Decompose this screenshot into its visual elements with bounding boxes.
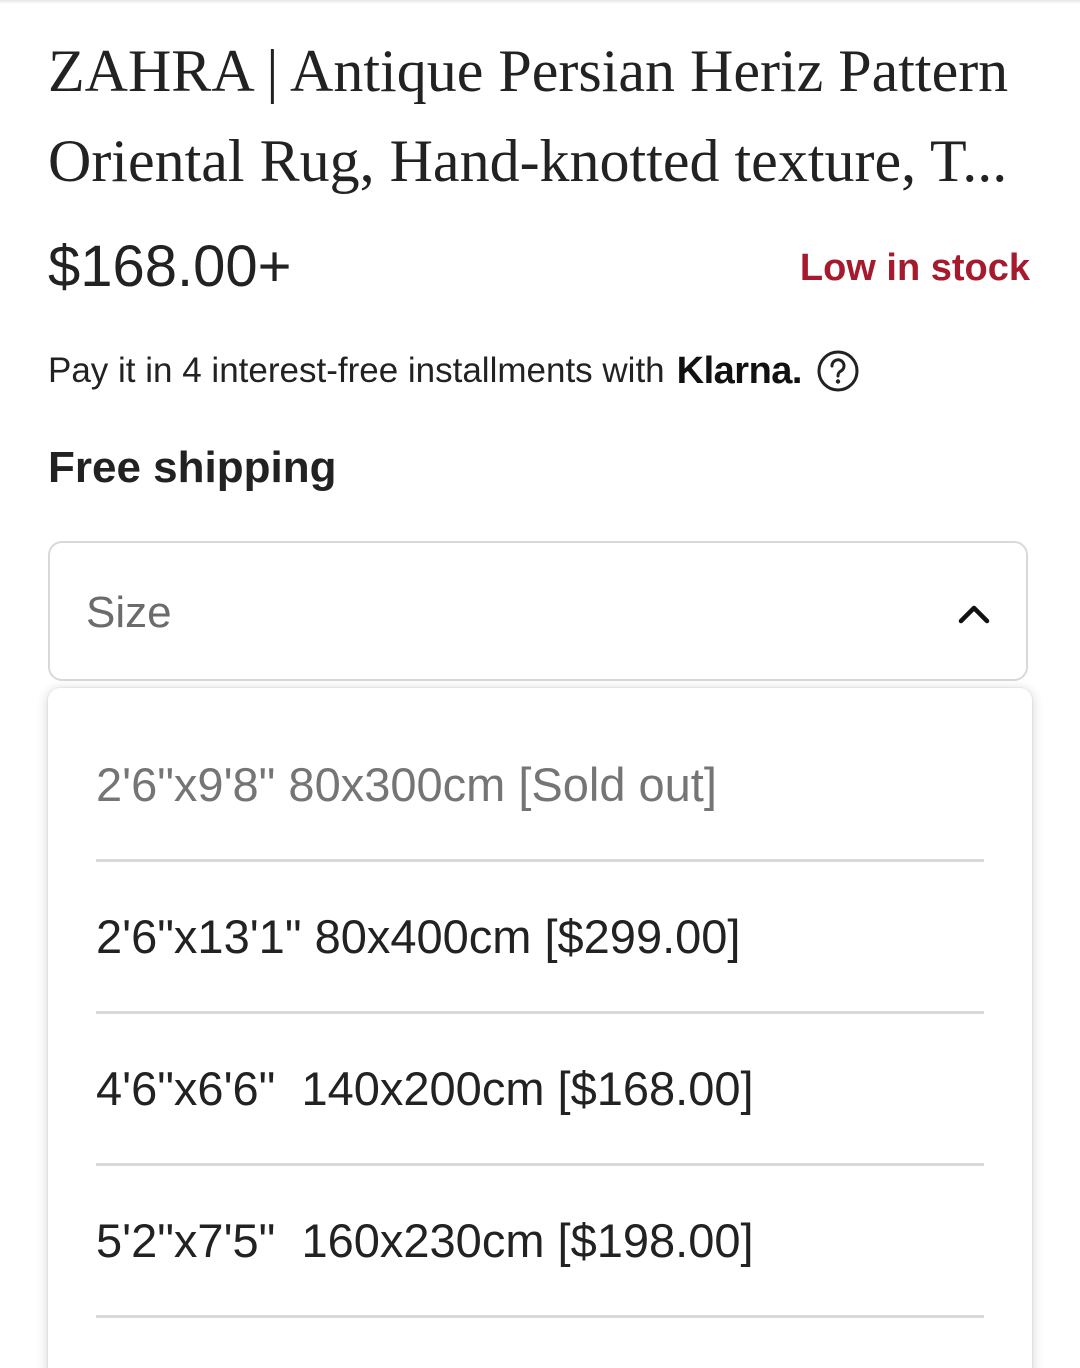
- chevron-up-icon: [956, 597, 992, 627]
- free-shipping-label: Free shipping: [48, 443, 337, 492]
- installments-text: Pay it in 4 interest-free installments w…: [48, 351, 665, 390]
- question-circle-icon[interactable]: [816, 349, 860, 393]
- size-dropdown-menu: 2'6"x9'8" 80x300cm [Sold out] 2'6"x13'1"…: [48, 688, 1032, 1368]
- product-price: $168.00+: [48, 234, 292, 299]
- product-title: ZAHRA | Antique Persian Heriz Pattern Or…: [48, 38, 1009, 194]
- klarna-installments-row: Pay it in 4 interest-free installments w…: [48, 346, 860, 396]
- size-select-label: Size: [86, 588, 172, 637]
- size-select[interactable]: Size: [48, 541, 1028, 681]
- size-option[interactable]: 5'2"x7'5" 160x230cm [$198.00]: [96, 1166, 984, 1318]
- top-edge-shadow: [0, 0, 1080, 4]
- size-option-sold-out: 2'6"x9'8" 80x300cm [Sold out]: [96, 710, 984, 862]
- klarna-logo: Klarna.: [676, 349, 803, 392]
- size-option[interactable]: 2'6"x13'1" 80x400cm [$299.00]: [96, 862, 984, 1014]
- size-option[interactable]: 4'6"x6'6" 140x200cm [$168.00]: [96, 1014, 984, 1166]
- stock-status-badge: Low in stock: [799, 247, 1030, 289]
